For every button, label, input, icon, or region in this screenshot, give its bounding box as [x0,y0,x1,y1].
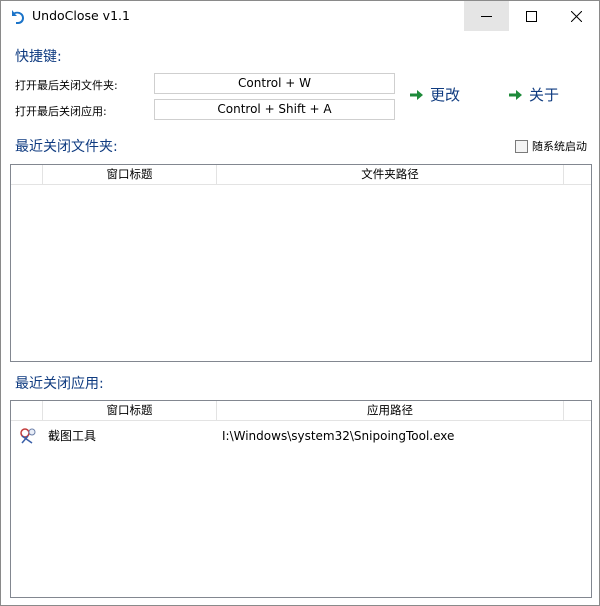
app-hotkey-field[interactable]: Control + Shift + A [154,99,395,120]
apps-section-title: 最近关闭应用: [15,376,104,392]
snipping-tool-icon [20,428,36,444]
app-path: I:\Windows\system32\SnipoingTool.exe [222,429,455,443]
folder-hotkey-field[interactable]: Control + W [154,73,395,94]
green-arrow-icon [509,89,522,100]
close-icon [571,10,582,22]
undo-arrow-icon [12,10,24,24]
green-arrow-icon [410,89,423,100]
maximize-button[interactable] [509,1,554,31]
autostart-option[interactable]: 随系统启动 [515,138,587,154]
column-header-app-path[interactable]: 应用路径 [217,401,564,420]
change-button-label: 更改 [430,86,461,104]
autostart-label: 随系统启动 [532,140,587,153]
apps-list[interactable]: 窗口标题 应用路径 截图工具 I:\Windows\system32\Snipo… [10,400,592,598]
apps-list-header: 窗口标题 应用路径 [11,401,591,421]
app-window-title: 截图工具 [48,429,97,443]
maximize-icon [526,10,537,22]
folders-list-header: 窗口标题 文件夹路径 [11,165,591,185]
folders-section-title: 最近关闭文件夹: [15,139,118,155]
folder-hotkey-label: 打开最后关闭文件夹: [15,79,118,92]
minimize-icon [481,15,492,17]
column-header-window-title[interactable]: 窗口标题 [43,401,217,420]
column-header-filler [564,401,591,420]
autostart-checkbox[interactable] [515,139,528,153]
app-window: UndoClose v1.1 快捷键: 打开最后关闭文件夹: Control +… [0,0,600,606]
column-header-blank[interactable] [11,165,43,184]
column-header-filler [564,165,591,184]
column-header-blank[interactable] [11,401,43,420]
about-button[interactable]: 关于 [509,84,559,105]
hotkeys-section-title: 快捷键: [15,49,62,65]
close-button[interactable] [554,1,599,31]
change-button[interactable]: 更改 [410,84,460,105]
column-header-folder-path[interactable]: 文件夹路径 [217,165,564,184]
column-header-window-title[interactable]: 窗口标题 [43,165,217,184]
minimize-button[interactable] [464,1,509,31]
list-item[interactable]: 截图工具 I:\Windows\system32\SnipoingTool.ex… [11,425,591,447]
window-title: UndoClose v1.1 [32,8,130,23]
app-hotkey-label: 打开最后关闭应用: [15,105,107,118]
title-bar[interactable]: UndoClose v1.1 [1,1,599,31]
about-button-label: 关于 [529,86,560,104]
folders-list[interactable]: 窗口标题 文件夹路径 [10,164,592,362]
